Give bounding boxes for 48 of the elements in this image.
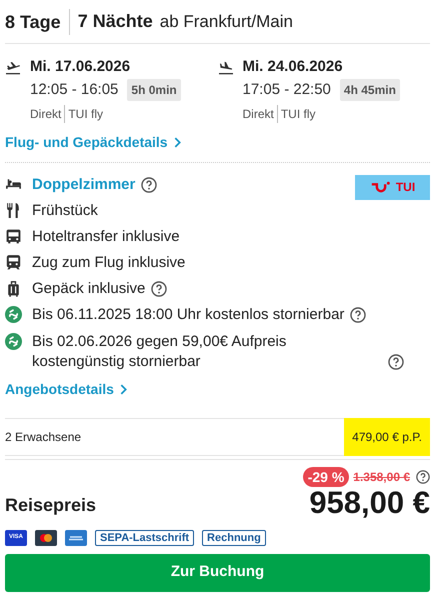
logo-text: TUI xyxy=(396,179,416,196)
duration-badge: 4h 45min xyxy=(340,79,400,102)
smile-icon xyxy=(370,180,392,194)
plane-takeoff-icon xyxy=(5,60,21,76)
flight-stops: Direkt xyxy=(30,104,66,122)
chevron-right-icon xyxy=(120,384,127,394)
old-price: 1.358,00 € xyxy=(353,468,410,486)
help-icon[interactable] xyxy=(350,306,366,322)
feature-text: Gepäck inklusive xyxy=(32,278,146,298)
amex-card-icon xyxy=(65,530,87,546)
help-icon[interactable] xyxy=(416,470,430,484)
chevron-right-icon xyxy=(174,136,181,148)
help-icon[interactable] xyxy=(151,280,168,296)
bus-icon xyxy=(5,228,22,245)
airline-name: TUI fly xyxy=(67,106,104,122)
total-price: 958,00 € xyxy=(309,484,430,520)
duration-badge: 5h 0min xyxy=(127,79,181,102)
mastercard-icon xyxy=(35,530,57,546)
duration-nights: 7 Nächte xyxy=(76,10,154,33)
room-link[interactable]: Doppelzimmer xyxy=(32,174,136,194)
details-link[interactable]: Angebotsdetails xyxy=(5,378,114,400)
help-icon[interactable] xyxy=(388,354,404,370)
feature-text: Frühstück xyxy=(32,200,98,220)
flight-date: Mi. 24.06.2026 xyxy=(242,57,344,77)
discount-badge: -29 % xyxy=(302,466,350,486)
airline-name: TUI fly xyxy=(280,106,316,122)
flight-date: Mi. 17.06.2026 xyxy=(30,57,132,77)
feature-text: Bis 06.11.2025 18:00 Uhr kostenlos stornierbar xyxy=(32,304,344,324)
flight-stops: Direkt xyxy=(242,104,278,122)
suitcase-icon xyxy=(5,280,22,297)
plane-landing-icon xyxy=(218,60,234,76)
feature-text: Hoteltransfer inklusive xyxy=(32,226,180,246)
price-label: Reisepreis xyxy=(5,494,96,517)
help-icon[interactable] xyxy=(141,176,158,192)
cutlery-icon xyxy=(5,202,22,219)
per-person-price: 479,00 € p.P. xyxy=(344,418,430,456)
payment-badge: Rechnung xyxy=(202,530,266,546)
duration-days: 8 Tage xyxy=(5,8,70,34)
payment-badge: SEPA-Lastschrift xyxy=(95,530,194,546)
feature-text: Bis 02.06.2026 gegen 59,00€ Aufpreis kostengünstig stornierbar xyxy=(32,332,288,372)
details-link[interactable]: Flug- und Gepäckdetails xyxy=(5,132,168,152)
flight-times: 12:05 - 16:05 xyxy=(30,80,118,100)
train-icon xyxy=(5,254,22,271)
booking-button[interactable]: Zur Buchung xyxy=(5,554,430,592)
traveller-count: 2 Erwachsene xyxy=(5,428,82,446)
flight-times: 17:05 - 22:50 xyxy=(242,80,331,100)
departure-city: ab Frankfurt/Main xyxy=(160,10,293,33)
feature-text: Zug zum Flug inklusive xyxy=(32,252,186,272)
